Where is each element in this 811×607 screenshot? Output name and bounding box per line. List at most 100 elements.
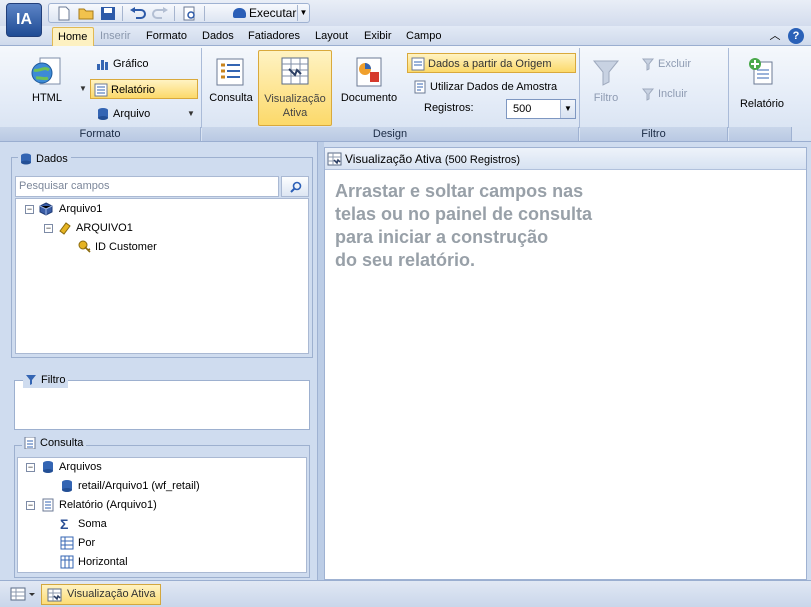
collapse-toggle-icon[interactable]: − — [25, 205, 34, 214]
bottom-tab-label: Visualização Ativa — [67, 588, 156, 600]
consulta-button[interactable]: Consulta — [205, 52, 257, 112]
html-label: HTML — [32, 92, 62, 104]
consulta-tree: − Arquivos retail/Arquivo1 (wf_retail) −… — [17, 457, 307, 573]
grafico-button[interactable]: Gráfico — [93, 54, 148, 74]
relatorio-format-label: Relatório — [111, 84, 156, 96]
qat-separator — [174, 6, 175, 21]
html-button[interactable]: HTML — [14, 52, 80, 112]
grafico-label: Gráfico — [113, 58, 149, 70]
field-key-icon — [78, 240, 91, 253]
collapse-toggle-icon[interactable]: − — [26, 501, 35, 510]
tab-campo[interactable]: Campo — [401, 27, 446, 46]
collapse-toggle-icon[interactable]: − — [44, 224, 53, 233]
consulta-panel-title: Consulta — [22, 435, 87, 451]
drop-hint-line: para iniciar a construção — [335, 227, 549, 247]
chart-icon — [97, 60, 108, 70]
active-view-pane[interactable]: Visualização Ativa (500 Registros) Arras… — [324, 147, 807, 580]
filtro-button[interactable]: Filtro — [585, 52, 627, 112]
query-icon — [24, 437, 36, 449]
preview-icon[interactable] — [181, 6, 199, 21]
visualizacao-ativa-label-1: Visualização — [264, 93, 326, 105]
tab-visualizacao-ativa[interactable]: Visualização Ativa — [41, 584, 161, 605]
help-icon[interactable]: ? — [788, 28, 804, 44]
tree-label: Relatório (Arquivo1) — [59, 499, 157, 511]
search-button[interactable] — [281, 176, 309, 197]
qat-customize-dropdown[interactable]: ▼ — [297, 5, 309, 21]
registros-value: 500 — [513, 103, 532, 115]
segment-key-icon — [59, 222, 71, 235]
data-source-icon — [411, 57, 425, 71]
grid-rows-icon — [60, 536, 74, 550]
documento-button[interactable]: Documento — [338, 52, 400, 112]
group-relatorio-footer — [729, 127, 792, 141]
drop-hint: Arrastar e soltar campos nas telas ou no… — [335, 180, 655, 272]
bottom-bar: Visualização Ativa — [0, 580, 811, 607]
registros-dropdown-arrow[interactable]: ▼ — [560, 100, 575, 118]
view-menu-button[interactable] — [10, 586, 38, 602]
incluir-label: Incluir — [658, 88, 688, 100]
dados-origem-label: Dados a partir da Origem — [428, 58, 552, 70]
redo-icon[interactable] — [151, 6, 169, 21]
tree-label: ARQUIVO1 — [76, 222, 133, 234]
consulta-icon — [216, 58, 244, 86]
tab-home[interactable]: Home — [52, 27, 94, 46]
tab-inserir[interactable]: Inserir — [95, 27, 136, 46]
tab-dados[interactable]: Dados — [197, 27, 239, 46]
database-icon — [62, 480, 72, 492]
group-design-label: Design — [202, 127, 579, 141]
app-logo[interactable]: IA — [6, 3, 42, 37]
tab-formato[interactable]: Formato — [141, 27, 192, 46]
amostra-button[interactable]: Utilizar Dados de Amostra — [410, 77, 557, 97]
tab-layout[interactable]: Layout — [310, 27, 353, 46]
filter-funnel-icon — [26, 375, 36, 385]
ribbon-tabs: Home Inserir Formato Dados Fatiadores La… — [0, 26, 811, 46]
panel-splitter[interactable] — [317, 142, 324, 580]
filtro-panel-title: Filtro — [23, 372, 69, 388]
active-view-icon — [47, 588, 62, 602]
html-dropdown-arrow[interactable]: ▼ — [79, 84, 87, 93]
filtro-label: Filtro — [593, 92, 619, 104]
collapse-toggle-icon[interactable]: − — [26, 463, 35, 472]
database-icon — [21, 153, 31, 165]
group-filtro-label: Filtro — [580, 127, 728, 141]
run-icon — [233, 8, 246, 18]
relatorio-button[interactable]: Relatório — [734, 52, 790, 112]
tab-fatiadores[interactable]: Fatiadores — [243, 27, 305, 46]
relatorio-format-button[interactable]: Relatório — [90, 79, 198, 99]
new-document-icon[interactable] — [55, 6, 73, 21]
qat-separator — [122, 6, 123, 21]
save-icon[interactable] — [99, 6, 117, 21]
relatorio-label: Relatório — [739, 98, 785, 110]
registros-label: Registros: — [424, 102, 474, 114]
run-button[interactable]: Executar — [231, 5, 296, 22]
active-view-title-text: Visualização Ativa — [345, 152, 442, 166]
tab-exibir[interactable]: Exibir — [359, 27, 397, 46]
search-icon — [290, 181, 302, 193]
registros-combobox[interactable]: 500 ▼ — [506, 99, 576, 119]
open-folder-icon[interactable] — [77, 6, 95, 21]
arquivo-dropdown-arrow[interactable]: ▼ — [187, 104, 195, 124]
dados-tree: − Arquivo1 − ARQUIVO1 ID Customer — [15, 198, 309, 354]
dados-origem-button[interactable]: Dados a partir da Origem — [407, 53, 576, 73]
database-icon — [98, 108, 108, 120]
drop-hint-line: Arrastar e soltar campos nas — [335, 181, 584, 201]
arquivo-button[interactable]: Arquivo ▼ — [93, 104, 197, 124]
search-fields-input[interactable]: Pesquisar campos — [15, 176, 279, 197]
collapse-ribbon-icon[interactable]: ︿ — [767, 28, 783, 44]
tree-label: Horizontal — [78, 556, 128, 568]
active-view-icon — [327, 152, 342, 166]
html-globe-icon — [31, 57, 61, 85]
amostra-label: Utilizar Dados de Amostra — [430, 81, 558, 93]
active-view-header: Visualização Ativa (500 Registros) — [325, 148, 806, 170]
visualizacao-ativa-button[interactable]: Visualização Ativa — [258, 50, 332, 126]
excluir-button[interactable]: Excluir — [638, 54, 691, 74]
filter-funnel-icon — [592, 60, 620, 86]
sample-data-icon — [414, 80, 426, 94]
undo-icon[interactable] — [129, 6, 147, 21]
run-label: Executar — [249, 6, 297, 20]
tree-label: retail/Arquivo1 (wf_retail) — [78, 480, 200, 492]
filtro-title-label: Filtro — [41, 374, 66, 386]
incluir-button[interactable]: Incluir — [638, 84, 687, 104]
database-icon — [43, 461, 53, 473]
new-report-icon — [749, 58, 773, 85]
